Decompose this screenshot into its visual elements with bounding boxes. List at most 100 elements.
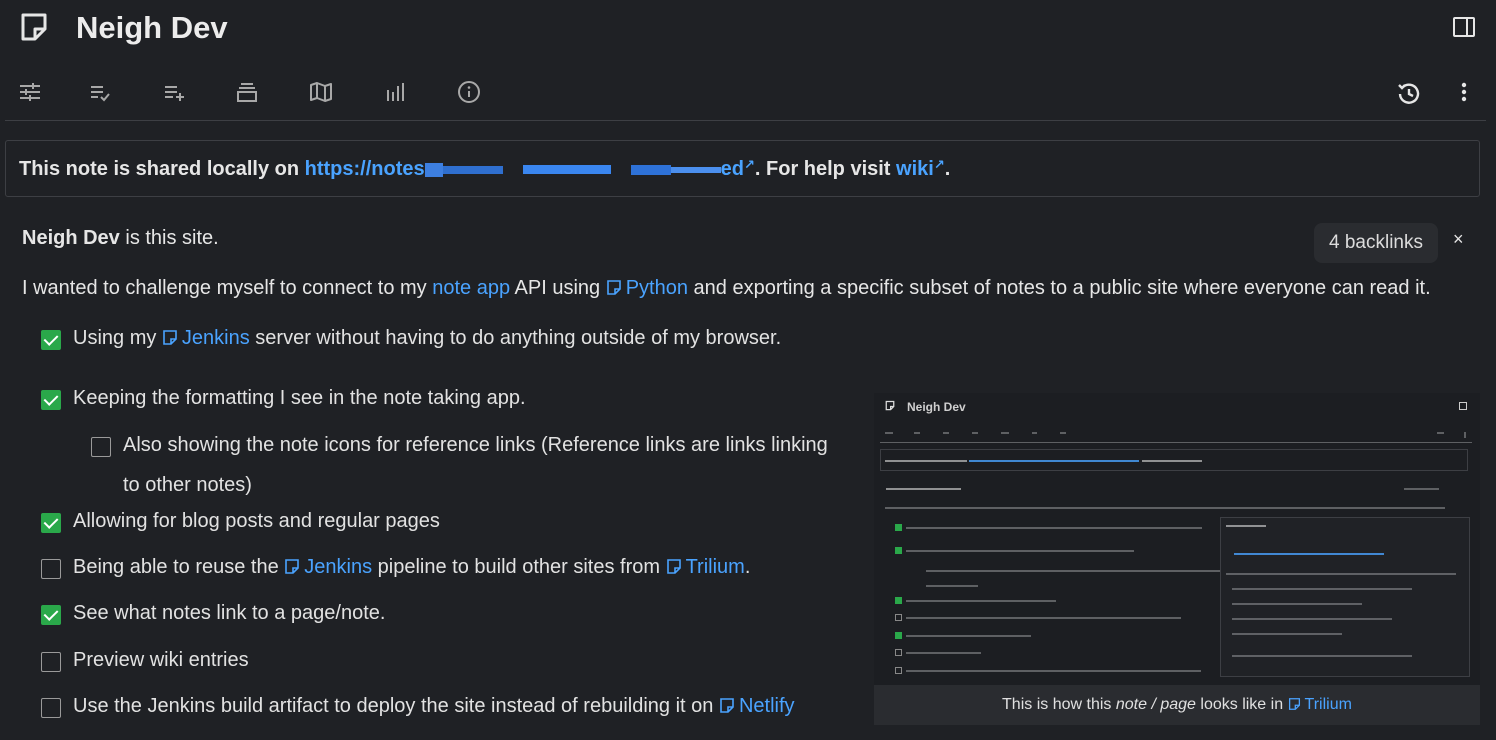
share-banner: This note is shared locally on https://n…	[5, 140, 1480, 197]
task-checkbox[interactable]	[91, 437, 111, 457]
text-line	[906, 635, 1031, 637]
sidebar-toggle-icon	[1459, 402, 1467, 410]
jenkins-link[interactable]: Jenkins	[284, 556, 372, 578]
text-line	[906, 617, 1181, 619]
task-item: Preview wiki entries	[73, 649, 249, 671]
jenkins-link[interactable]: Jenkins	[162, 327, 250, 349]
add-list-icon	[943, 432, 949, 434]
map-icon[interactable]	[309, 80, 333, 104]
text-line	[906, 527, 1202, 529]
text-line	[1226, 525, 1266, 527]
task-checkbox[interactable]	[41, 652, 61, 672]
task-checkbox	[895, 524, 902, 531]
history-icon[interactable]	[1396, 81, 1422, 107]
text-line	[1142, 460, 1202, 462]
add-list-icon[interactable]	[162, 80, 186, 104]
task-item: See what notes link to a page/note.	[73, 602, 386, 624]
backlinks-button[interactable]: 4 backlinks	[1314, 223, 1438, 263]
python-link[interactable]: Python	[606, 277, 688, 299]
text-line	[906, 652, 981, 654]
text-line	[906, 550, 1134, 552]
share-end: .	[944, 158, 951, 180]
share-prefix: This note is shared locally on	[19, 158, 300, 180]
preview-caption: This is how this note / page looks like …	[874, 685, 1480, 725]
note-icon	[285, 559, 300, 574]
stack-icon[interactable]	[235, 80, 259, 104]
task-checkbox	[895, 547, 902, 554]
checklist-icon[interactable]	[88, 80, 112, 104]
netlify-link[interactable]: Netlify	[719, 695, 795, 717]
info-icon[interactable]	[457, 80, 481, 104]
text-line	[885, 460, 967, 462]
intro-paragraph: I wanted to challenge myself to connect …	[22, 277, 1431, 300]
text-line	[1232, 633, 1342, 635]
task-checkbox	[895, 632, 902, 639]
task-item: Allowing for blog posts and regular page…	[73, 510, 440, 532]
intro-text: is this site.	[125, 227, 219, 249]
toolbar-divider	[5, 120, 1486, 121]
options-icon[interactable]	[18, 80, 42, 104]
task-item: Use the Jenkins build artifact to deploy…	[73, 695, 795, 717]
nested-preview	[1220, 517, 1470, 677]
note-app-link[interactable]: note app	[432, 277, 510, 299]
note-icon	[720, 698, 734, 713]
text-line	[1226, 573, 1456, 575]
options-icon	[885, 432, 893, 434]
chart-icon	[1032, 432, 1037, 434]
toolbar-divider	[880, 442, 1472, 443]
site-name: Neigh Dev	[22, 227, 120, 249]
text-line	[1232, 603, 1362, 605]
trilium-link[interactable]: Trilium	[666, 556, 745, 578]
note-icon	[666, 559, 681, 574]
map-icon	[1001, 432, 1009, 434]
link-line	[1234, 553, 1384, 555]
task-checkbox	[895, 614, 902, 621]
text-line	[1232, 618, 1392, 620]
close-icon[interactable]: ×	[1453, 229, 1464, 250]
text-line	[1232, 588, 1412, 590]
wiki-link[interactable]: wiki↗	[896, 157, 945, 180]
more-icon[interactable]	[1452, 80, 1476, 104]
task-checkbox[interactable]	[41, 605, 61, 625]
note-icon	[1288, 698, 1300, 710]
note-icon	[163, 330, 177, 345]
para-text-1: I wanted to challenge myself to connect …	[22, 277, 427, 299]
task-checkbox	[895, 649, 902, 656]
task-item: Using my Jenkins server without having t…	[73, 327, 782, 349]
note-toolbar	[0, 70, 1496, 120]
task-checkbox[interactable]	[41, 390, 61, 410]
task-item: Also showing the note icons for referenc…	[123, 434, 828, 456]
text-line	[906, 670, 1201, 672]
share-url-link[interactable]: https://notes ed↗	[305, 157, 755, 180]
task-checkbox[interactable]	[41, 559, 61, 579]
text-line	[1232, 655, 1412, 657]
text-line	[906, 600, 1056, 602]
stack-icon	[972, 432, 978, 434]
title-bar: Neigh Dev	[0, 0, 1496, 62]
intro-line: Neigh Dev is this site.	[22, 227, 219, 250]
note-title[interactable]: Neigh Dev	[76, 10, 228, 46]
info-icon	[1060, 432, 1066, 434]
link-line	[969, 460, 1139, 462]
checklist-icon	[914, 432, 920, 434]
task-item-continued: to other notes)	[123, 474, 252, 496]
text-line	[886, 488, 961, 490]
text-line	[926, 570, 1222, 572]
task-item: Being able to reuse the Jenkins pipeline…	[73, 556, 751, 578]
sidebar-toggle-icon[interactable]	[1452, 15, 1476, 39]
history-icon	[1437, 432, 1444, 434]
note-icon	[885, 400, 895, 411]
backlinks-line	[1404, 488, 1439, 490]
chart-icon[interactable]	[383, 80, 407, 104]
more-icon	[1464, 432, 1466, 438]
preview-screenshot: Neigh Dev	[874, 393, 1480, 685]
task-checkbox	[895, 597, 902, 604]
text-line	[885, 507, 1445, 509]
task-checkbox	[895, 667, 902, 674]
preview-title: Neigh Dev	[907, 400, 966, 414]
task-checkbox[interactable]	[41, 513, 61, 533]
task-checkbox[interactable]	[41, 330, 61, 350]
note-icon	[21, 13, 47, 41]
task-checkbox[interactable]	[41, 698, 61, 718]
trilium-link[interactable]: Trilium	[1288, 696, 1352, 713]
